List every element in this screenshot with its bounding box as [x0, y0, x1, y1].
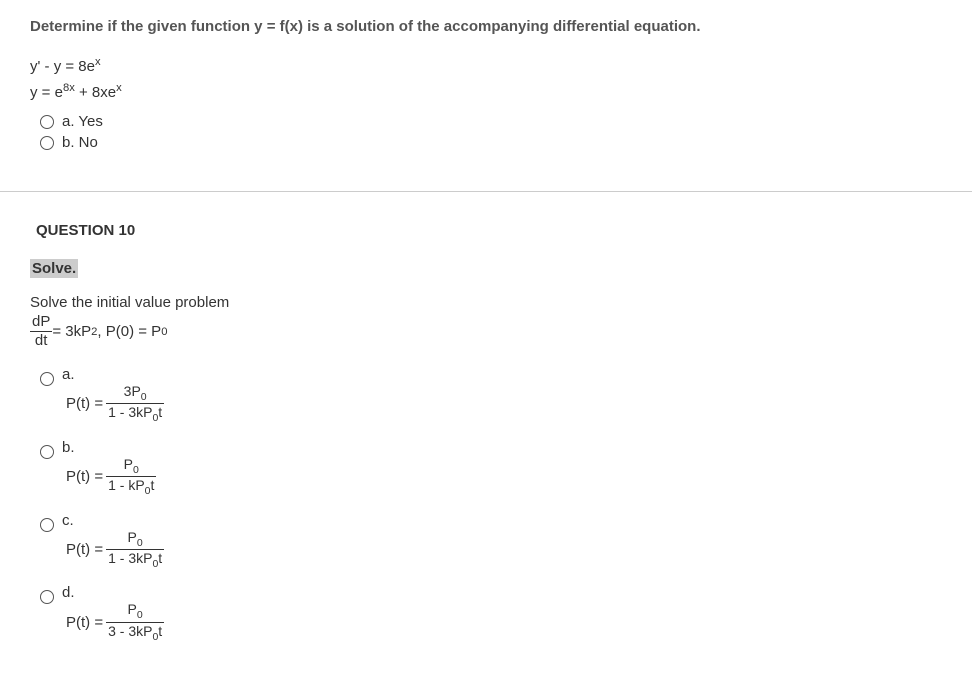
- opt-fraction: P0 3 - 3kP0t: [106, 601, 164, 643]
- eq2-sup2: x: [116, 82, 122, 94]
- num-sub: 0: [141, 391, 147, 403]
- q10-option-b[interactable]: b. P(t) = P0 1 - kP0t: [40, 439, 942, 498]
- radio-icon[interactable]: [40, 590, 54, 604]
- opt-formula: P(t) = P0 3 - 3kP0t: [66, 601, 167, 643]
- den-text: 3 - 3kP: [108, 623, 152, 639]
- q9-eq1: y' - y = 8ex: [30, 53, 942, 79]
- eq2-text2: + 8xe: [75, 84, 116, 101]
- opt-lhs: P(t) =: [66, 468, 103, 485]
- q9-option-a-label: a. Yes: [62, 113, 103, 130]
- radio-icon[interactable]: [40, 518, 54, 532]
- den-text2: t: [158, 404, 162, 420]
- opt-den: 1 - 3kP0t: [106, 404, 164, 424]
- opt-formula: P(t) = P0 1 - kP0t: [66, 456, 159, 498]
- q9-eq2: y = e8x + 8xex: [30, 79, 942, 105]
- opt-den: 1 - kP0t: [106, 477, 156, 497]
- opt-lhs: P(t) =: [66, 541, 103, 558]
- q10-ivp-equation: dP dt = 3kP2, P(0) = P0: [30, 313, 942, 350]
- opt-fraction: P0 1 - 3kP0t: [106, 529, 164, 571]
- den-text2: t: [158, 550, 162, 566]
- opt-letter: a.: [62, 366, 82, 383]
- opt-num: P0: [106, 529, 164, 550]
- den-text: 1 - kP: [108, 477, 145, 493]
- opt-lhs: P(t) =: [66, 395, 103, 412]
- q10-problem-text: Solve the initial value problem: [30, 294, 942, 311]
- q10-option-c[interactable]: c. P(t) = P0 1 - 3kP0t: [40, 512, 942, 571]
- q10-heading: QUESTION 10: [36, 222, 942, 239]
- num-text: P: [124, 456, 133, 472]
- opt-lhs: P(t) =: [66, 614, 103, 631]
- num-text: P: [128, 529, 137, 545]
- num-sub: 0: [133, 464, 139, 476]
- opt-num: P0: [106, 601, 164, 622]
- num-sub: 0: [137, 609, 143, 621]
- den-text: 1 - 3kP: [108, 550, 152, 566]
- question-10: QUESTION 10 Solve. Solve the initial val…: [30, 222, 942, 643]
- q10-option-a[interactable]: a. P(t) = 3P0 1 - 3kP0t: [40, 366, 942, 425]
- opt-letter: d.: [62, 584, 82, 601]
- opt-letter: c.: [62, 512, 82, 529]
- opt-formula: P(t) = P0 1 - 3kP0t: [66, 529, 167, 571]
- eq1-sup: x: [95, 56, 101, 68]
- solve-label: Solve.: [30, 259, 78, 278]
- den-text2: t: [151, 477, 155, 493]
- q10-option-d[interactable]: d. P(t) = P0 3 - 3kP0t: [40, 584, 942, 643]
- opt-den: 3 - 3kP0t: [106, 623, 164, 643]
- num-sub: 0: [137, 536, 143, 548]
- num-text: P: [128, 601, 137, 617]
- opt-num: P0: [106, 456, 156, 477]
- den-text: 1 - 3kP: [108, 404, 152, 420]
- q9-option-b[interactable]: b. No: [40, 134, 942, 151]
- question-9: Determine if the given function y = f(x)…: [30, 18, 942, 151]
- frac-denominator: dt: [30, 332, 52, 350]
- section-divider: [0, 191, 972, 192]
- eq2-text1: y = e: [30, 84, 63, 101]
- radio-icon[interactable]: [40, 136, 54, 150]
- rhs-sub: 0: [161, 326, 167, 338]
- opt-den: 1 - 3kP0t: [106, 550, 164, 570]
- rhs-text2: , P(0) = P: [97, 323, 161, 340]
- opt-fraction: P0 1 - kP0t: [106, 456, 156, 498]
- q9-options: a. Yes b. No: [40, 113, 942, 151]
- opt-formula: P(t) = 3P0 1 - 3kP0t: [66, 383, 167, 425]
- q9-option-b-label: b. No: [62, 134, 98, 151]
- eq1-text: y' - y = 8e: [30, 58, 95, 75]
- radio-icon[interactable]: [40, 372, 54, 386]
- opt-num: 3P0: [106, 383, 164, 404]
- q9-option-a[interactable]: a. Yes: [40, 113, 942, 130]
- derivative-fraction: dP dt: [30, 313, 52, 350]
- num-text: 3P: [124, 383, 141, 399]
- q9-prompt: Determine if the given function y = f(x)…: [30, 18, 942, 35]
- den-text2: t: [158, 623, 162, 639]
- frac-numerator: dP: [30, 313, 52, 332]
- opt-letter: b.: [62, 439, 82, 456]
- radio-icon[interactable]: [40, 115, 54, 129]
- eq2-sup1: 8x: [63, 82, 75, 94]
- opt-fraction: 3P0 1 - 3kP0t: [106, 383, 164, 425]
- rhs-text1: = 3kP: [52, 323, 91, 340]
- radio-icon[interactable]: [40, 445, 54, 459]
- q9-equations: y' - y = 8ex y = e8x + 8xex: [30, 53, 942, 105]
